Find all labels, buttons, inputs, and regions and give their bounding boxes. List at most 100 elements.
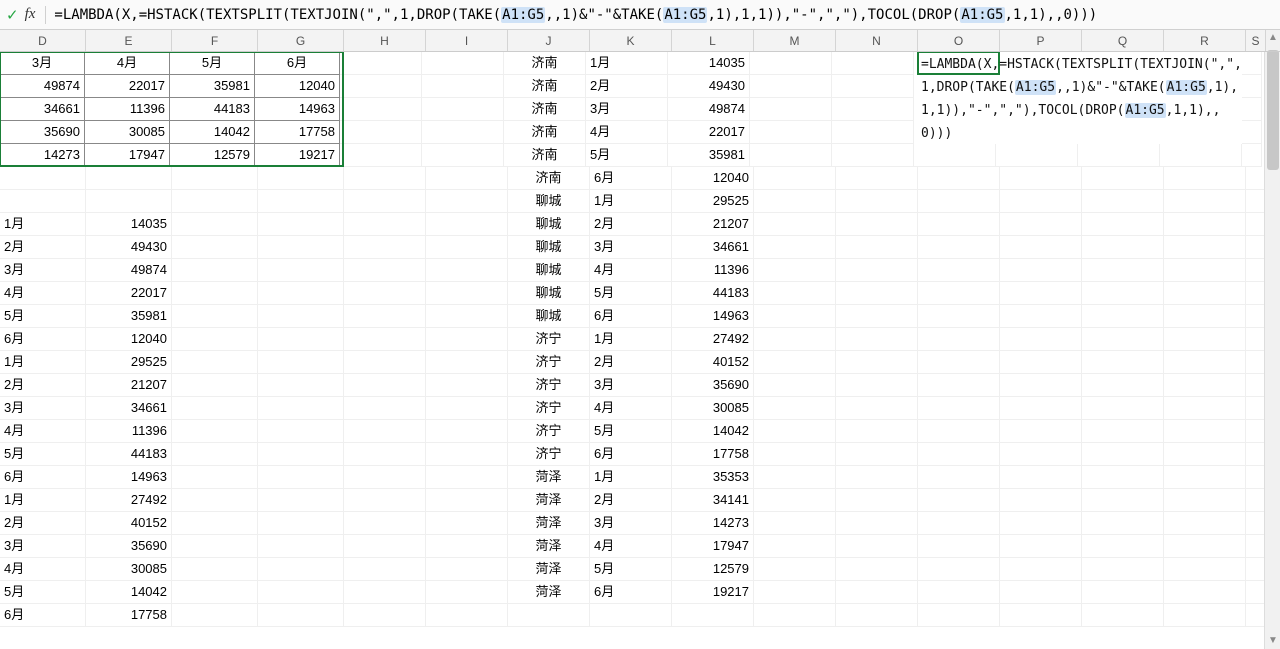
cell[interactable] [1164, 374, 1246, 397]
cell[interactable]: 35981 [169, 74, 255, 98]
cell[interactable] [918, 420, 1000, 443]
cell[interactable] [1082, 581, 1164, 604]
cell[interactable] [426, 535, 508, 558]
cell[interactable] [918, 374, 1000, 397]
cell[interactable] [1082, 535, 1164, 558]
cell[interactable] [918, 167, 1000, 190]
cell[interactable] [918, 604, 1000, 627]
cell[interactable]: 聊城 [508, 305, 590, 328]
cell[interactable] [754, 466, 836, 489]
cell[interactable] [1082, 512, 1164, 535]
cell[interactable] [836, 604, 918, 627]
cell[interactable] [1246, 535, 1266, 558]
cell[interactable] [1000, 328, 1082, 351]
cell[interactable] [1082, 167, 1164, 190]
cell[interactable] [1246, 558, 1266, 581]
cell[interactable] [1164, 535, 1246, 558]
cell[interactable]: 14963 [86, 466, 172, 489]
cell[interactable]: 济南 [504, 98, 586, 121]
cell[interactable] [1000, 535, 1082, 558]
cell[interactable]: 14273 [672, 512, 754, 535]
cell[interactable] [996, 144, 1078, 167]
cell[interactable] [258, 397, 344, 420]
cell[interactable] [836, 351, 918, 374]
cell[interactable] [0, 190, 86, 213]
cell[interactable] [1082, 604, 1164, 627]
cell[interactable] [1246, 466, 1266, 489]
cell[interactable] [754, 489, 836, 512]
cell[interactable] [258, 512, 344, 535]
cell[interactable] [172, 167, 258, 190]
cell[interactable]: 44183 [86, 443, 172, 466]
cell[interactable] [258, 259, 344, 282]
cell[interactable]: 4月 [590, 259, 672, 282]
cell[interactable]: 27492 [86, 489, 172, 512]
cell[interactable] [754, 328, 836, 351]
cell[interactable]: 济宁 [508, 443, 590, 466]
cell[interactable] [836, 420, 918, 443]
cell[interactable]: 14273 [0, 143, 85, 167]
cell[interactable] [258, 167, 344, 190]
cell[interactable] [426, 213, 508, 236]
vertical-scrollbar[interactable]: ▲ ▼ [1264, 30, 1280, 649]
cell[interactable]: 22017 [86, 282, 172, 305]
cell[interactable] [1082, 420, 1164, 443]
cell[interactable] [172, 236, 258, 259]
cell[interactable] [172, 259, 258, 282]
cell[interactable]: 菏泽 [508, 535, 590, 558]
cell[interactable] [422, 52, 504, 75]
cell[interactable] [1000, 305, 1082, 328]
cell[interactable]: 3月 [0, 535, 86, 558]
cell[interactable] [754, 604, 836, 627]
cell[interactable] [340, 52, 422, 75]
cell[interactable] [172, 328, 258, 351]
cell[interactable] [426, 581, 508, 604]
cell[interactable]: 济南 [504, 121, 586, 144]
cell[interactable] [258, 236, 344, 259]
cell[interactable] [1246, 282, 1266, 305]
cell[interactable] [172, 466, 258, 489]
cell[interactable] [1242, 98, 1262, 121]
cell[interactable] [1000, 420, 1082, 443]
cell[interactable]: 14042 [86, 581, 172, 604]
cell[interactable]: 14963 [254, 97, 340, 121]
column-header-O[interactable]: O [918, 30, 1000, 51]
cell[interactable]: 5月 [586, 144, 668, 167]
cell[interactable] [1246, 581, 1266, 604]
accept-icon[interactable]: ✓ [6, 6, 19, 24]
cell[interactable]: 17758 [672, 443, 754, 466]
cell[interactable]: 济宁 [508, 420, 590, 443]
cell[interactable]: 49874 [0, 74, 85, 98]
cell[interactable]: 4月 [586, 121, 668, 144]
cell[interactable] [258, 535, 344, 558]
cell[interactable]: 30085 [672, 397, 754, 420]
cell[interactable]: 22017 [668, 121, 750, 144]
cell[interactable] [1000, 259, 1082, 282]
cell[interactable] [1000, 167, 1082, 190]
cell[interactable] [754, 443, 836, 466]
cell[interactable] [426, 443, 508, 466]
cell[interactable] [426, 351, 508, 374]
cell[interactable] [754, 374, 836, 397]
cell[interactable]: 12579 [169, 143, 255, 167]
cell[interactable] [426, 420, 508, 443]
cell[interactable] [1164, 213, 1246, 236]
cell[interactable] [426, 167, 508, 190]
cell[interactable] [426, 190, 508, 213]
cell[interactable] [172, 420, 258, 443]
column-header-S[interactable]: S [1246, 30, 1266, 51]
cell[interactable]: 17947 [84, 143, 170, 167]
cell[interactable]: 11396 [86, 420, 172, 443]
cell[interactable] [258, 443, 344, 466]
cell[interactable] [836, 512, 918, 535]
cell[interactable] [1082, 489, 1164, 512]
cell[interactable] [1082, 443, 1164, 466]
cell[interactable] [258, 282, 344, 305]
cell[interactable] [832, 75, 914, 98]
cell[interactable]: 34661 [86, 397, 172, 420]
cell[interactable] [1246, 167, 1266, 190]
cell[interactable] [754, 213, 836, 236]
cell[interactable]: 34661 [672, 236, 754, 259]
cell[interactable] [258, 213, 344, 236]
column-header-K[interactable]: K [590, 30, 672, 51]
